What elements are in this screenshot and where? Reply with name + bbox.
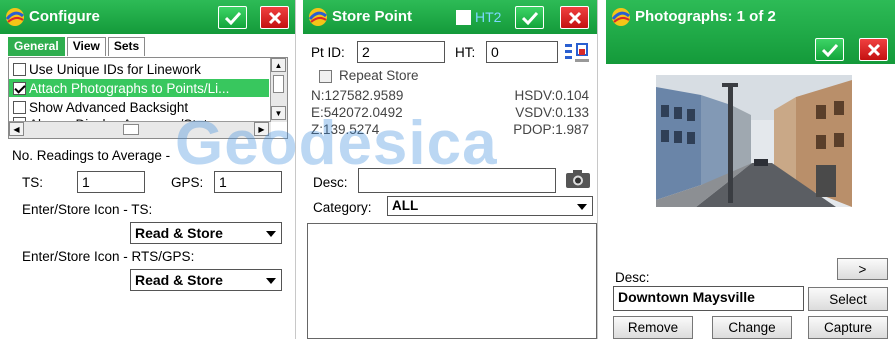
dropdown-arrow-icon bbox=[577, 204, 587, 210]
vsdv-value: VSDV:0.133 bbox=[515, 105, 589, 120]
notes-area[interactable] bbox=[307, 223, 597, 339]
scroll-thumb[interactable] bbox=[273, 75, 284, 93]
cancel-button[interactable] bbox=[260, 6, 289, 29]
list-item-label: Attach Photographs to Points/Li... bbox=[29, 80, 230, 96]
checkbox-checked[interactable] bbox=[13, 81, 26, 95]
scroll-down-icon[interactable]: ▼ bbox=[271, 106, 286, 120]
store-point-window: Store Point HT2 Pt ID: 2 HT: 0 Repeat St… bbox=[303, 0, 598, 339]
vertical-scrollbar[interactable]: ▲ ▼ bbox=[270, 58, 287, 122]
window-title: Store Point bbox=[332, 8, 413, 25]
repeat-store-label: Repeat Store bbox=[339, 68, 419, 83]
elevation-value: Z:139.5274 bbox=[311, 122, 380, 137]
ok-button[interactable] bbox=[218, 6, 247, 29]
app-logo-icon bbox=[308, 8, 327, 26]
gps-readings-input[interactable]: 1 bbox=[214, 171, 282, 193]
photographs-window: Photographs: 1 of 2 Desc: > Downtown May… bbox=[606, 0, 895, 339]
app-logo-icon bbox=[611, 8, 630, 26]
tab-sets[interactable]: Sets bbox=[107, 37, 146, 56]
tab-general[interactable]: General bbox=[8, 37, 65, 56]
title-bar: Configure bbox=[0, 0, 295, 34]
tab-view[interactable]: View bbox=[66, 37, 106, 56]
northing-value: N:127582.9589 bbox=[311, 88, 404, 103]
category-select[interactable]: ALL bbox=[387, 196, 593, 216]
repeat-store-checkbox[interactable] bbox=[319, 70, 332, 83]
desc-label: Desc: bbox=[313, 175, 348, 190]
dropdown-arrow-icon bbox=[266, 231, 276, 237]
select-button[interactable]: Select bbox=[808, 287, 888, 311]
rts-icon-select[interactable]: Read & Store bbox=[130, 269, 282, 291]
checkmark-icon bbox=[821, 43, 838, 57]
category-label: Category: bbox=[313, 200, 372, 215]
list-item[interactable]: Show Advanced Backsight bbox=[9, 98, 269, 116]
window-title: Photographs: 1 of 2 bbox=[635, 8, 776, 25]
horizontal-scrollbar[interactable]: ◀ ▶ bbox=[9, 121, 271, 138]
list-item[interactable]: Use Unique IDs for Linework bbox=[9, 60, 269, 78]
cancel-button[interactable] bbox=[859, 38, 888, 61]
pt-id-input[interactable]: 2 bbox=[357, 41, 445, 63]
list-item-selected[interactable]: Attach Photographs to Points/Li... bbox=[9, 79, 269, 97]
title-bar: Photographs: 1 of 2 bbox=[606, 0, 895, 64]
scroll-left-icon[interactable]: ◀ bbox=[9, 122, 24, 136]
list-item-label: Use Unique IDs for Linework bbox=[29, 61, 201, 77]
next-photo-button[interactable]: > bbox=[837, 258, 888, 280]
hscroll-thumb[interactable] bbox=[123, 124, 139, 135]
ts-label: TS: bbox=[22, 175, 44, 190]
camera-icon[interactable] bbox=[565, 168, 591, 190]
close-icon bbox=[867, 43, 880, 56]
pdop-value: PDOP:1.987 bbox=[513, 122, 589, 137]
window-title: Configure bbox=[29, 8, 100, 25]
options-list[interactable]: Use Unique IDs for Linework Attach Photo… bbox=[8, 57, 288, 139]
checkbox[interactable] bbox=[13, 62, 26, 76]
capture-button[interactable]: Capture bbox=[808, 316, 888, 339]
app-logo-icon bbox=[5, 8, 24, 26]
ht-input[interactable]: 0 bbox=[486, 41, 558, 63]
photo-desc-input[interactable]: Downtown Maysville bbox=[613, 286, 804, 311]
grid-settings-icon[interactable] bbox=[563, 41, 591, 65]
configure-window: Configure General View Sets Use Unique I… bbox=[0, 0, 296, 339]
ht-label: HT: bbox=[455, 45, 476, 60]
ht2-label: HT2 bbox=[475, 9, 502, 25]
ht2-checkbox[interactable] bbox=[456, 10, 471, 25]
remove-button[interactable]: Remove bbox=[613, 316, 693, 339]
ts-icon-label: Enter/Store Icon - TS: bbox=[22, 202, 153, 217]
list-item-label: Show Advanced Backsight bbox=[29, 99, 189, 115]
checkmark-icon bbox=[224, 11, 241, 25]
ts-readings-input[interactable]: 1 bbox=[77, 171, 145, 193]
ok-button[interactable] bbox=[815, 38, 844, 61]
hsdv-value: HSDV:0.104 bbox=[514, 88, 589, 103]
category-select-value: ALL bbox=[392, 198, 419, 213]
dropdown-arrow-icon bbox=[266, 278, 276, 284]
checkbox[interactable] bbox=[13, 100, 26, 114]
gps-label: GPS: bbox=[171, 175, 204, 190]
pt-id-label: Pt ID: bbox=[311, 45, 345, 60]
title-bar: Store Point HT2 bbox=[303, 0, 597, 34]
tab-strip: General View Sets bbox=[8, 37, 147, 56]
rts-icon-label: Enter/Store Icon - RTS/GPS: bbox=[22, 249, 195, 264]
change-button[interactable]: Change bbox=[712, 316, 792, 339]
scroll-up-icon[interactable]: ▲ bbox=[271, 58, 286, 72]
readings-label: No. Readings to Average - bbox=[12, 148, 171, 163]
checkmark-icon bbox=[521, 11, 538, 25]
ts-icon-select-value: Read & Store bbox=[135, 225, 223, 241]
rts-icon-select-value: Read & Store bbox=[135, 272, 223, 288]
scroll-right-icon[interactable]: ▶ bbox=[254, 122, 269, 136]
cancel-button[interactable] bbox=[560, 6, 589, 29]
ok-button[interactable] bbox=[515, 6, 544, 29]
desc-label: Desc: bbox=[615, 270, 650, 285]
ts-icon-select[interactable]: Read & Store bbox=[130, 222, 282, 244]
close-icon bbox=[268, 11, 281, 24]
desc-input[interactable] bbox=[358, 168, 556, 193]
street-photo bbox=[656, 75, 852, 207]
easting-value: E:542072.0492 bbox=[311, 105, 403, 120]
close-icon bbox=[568, 11, 581, 24]
